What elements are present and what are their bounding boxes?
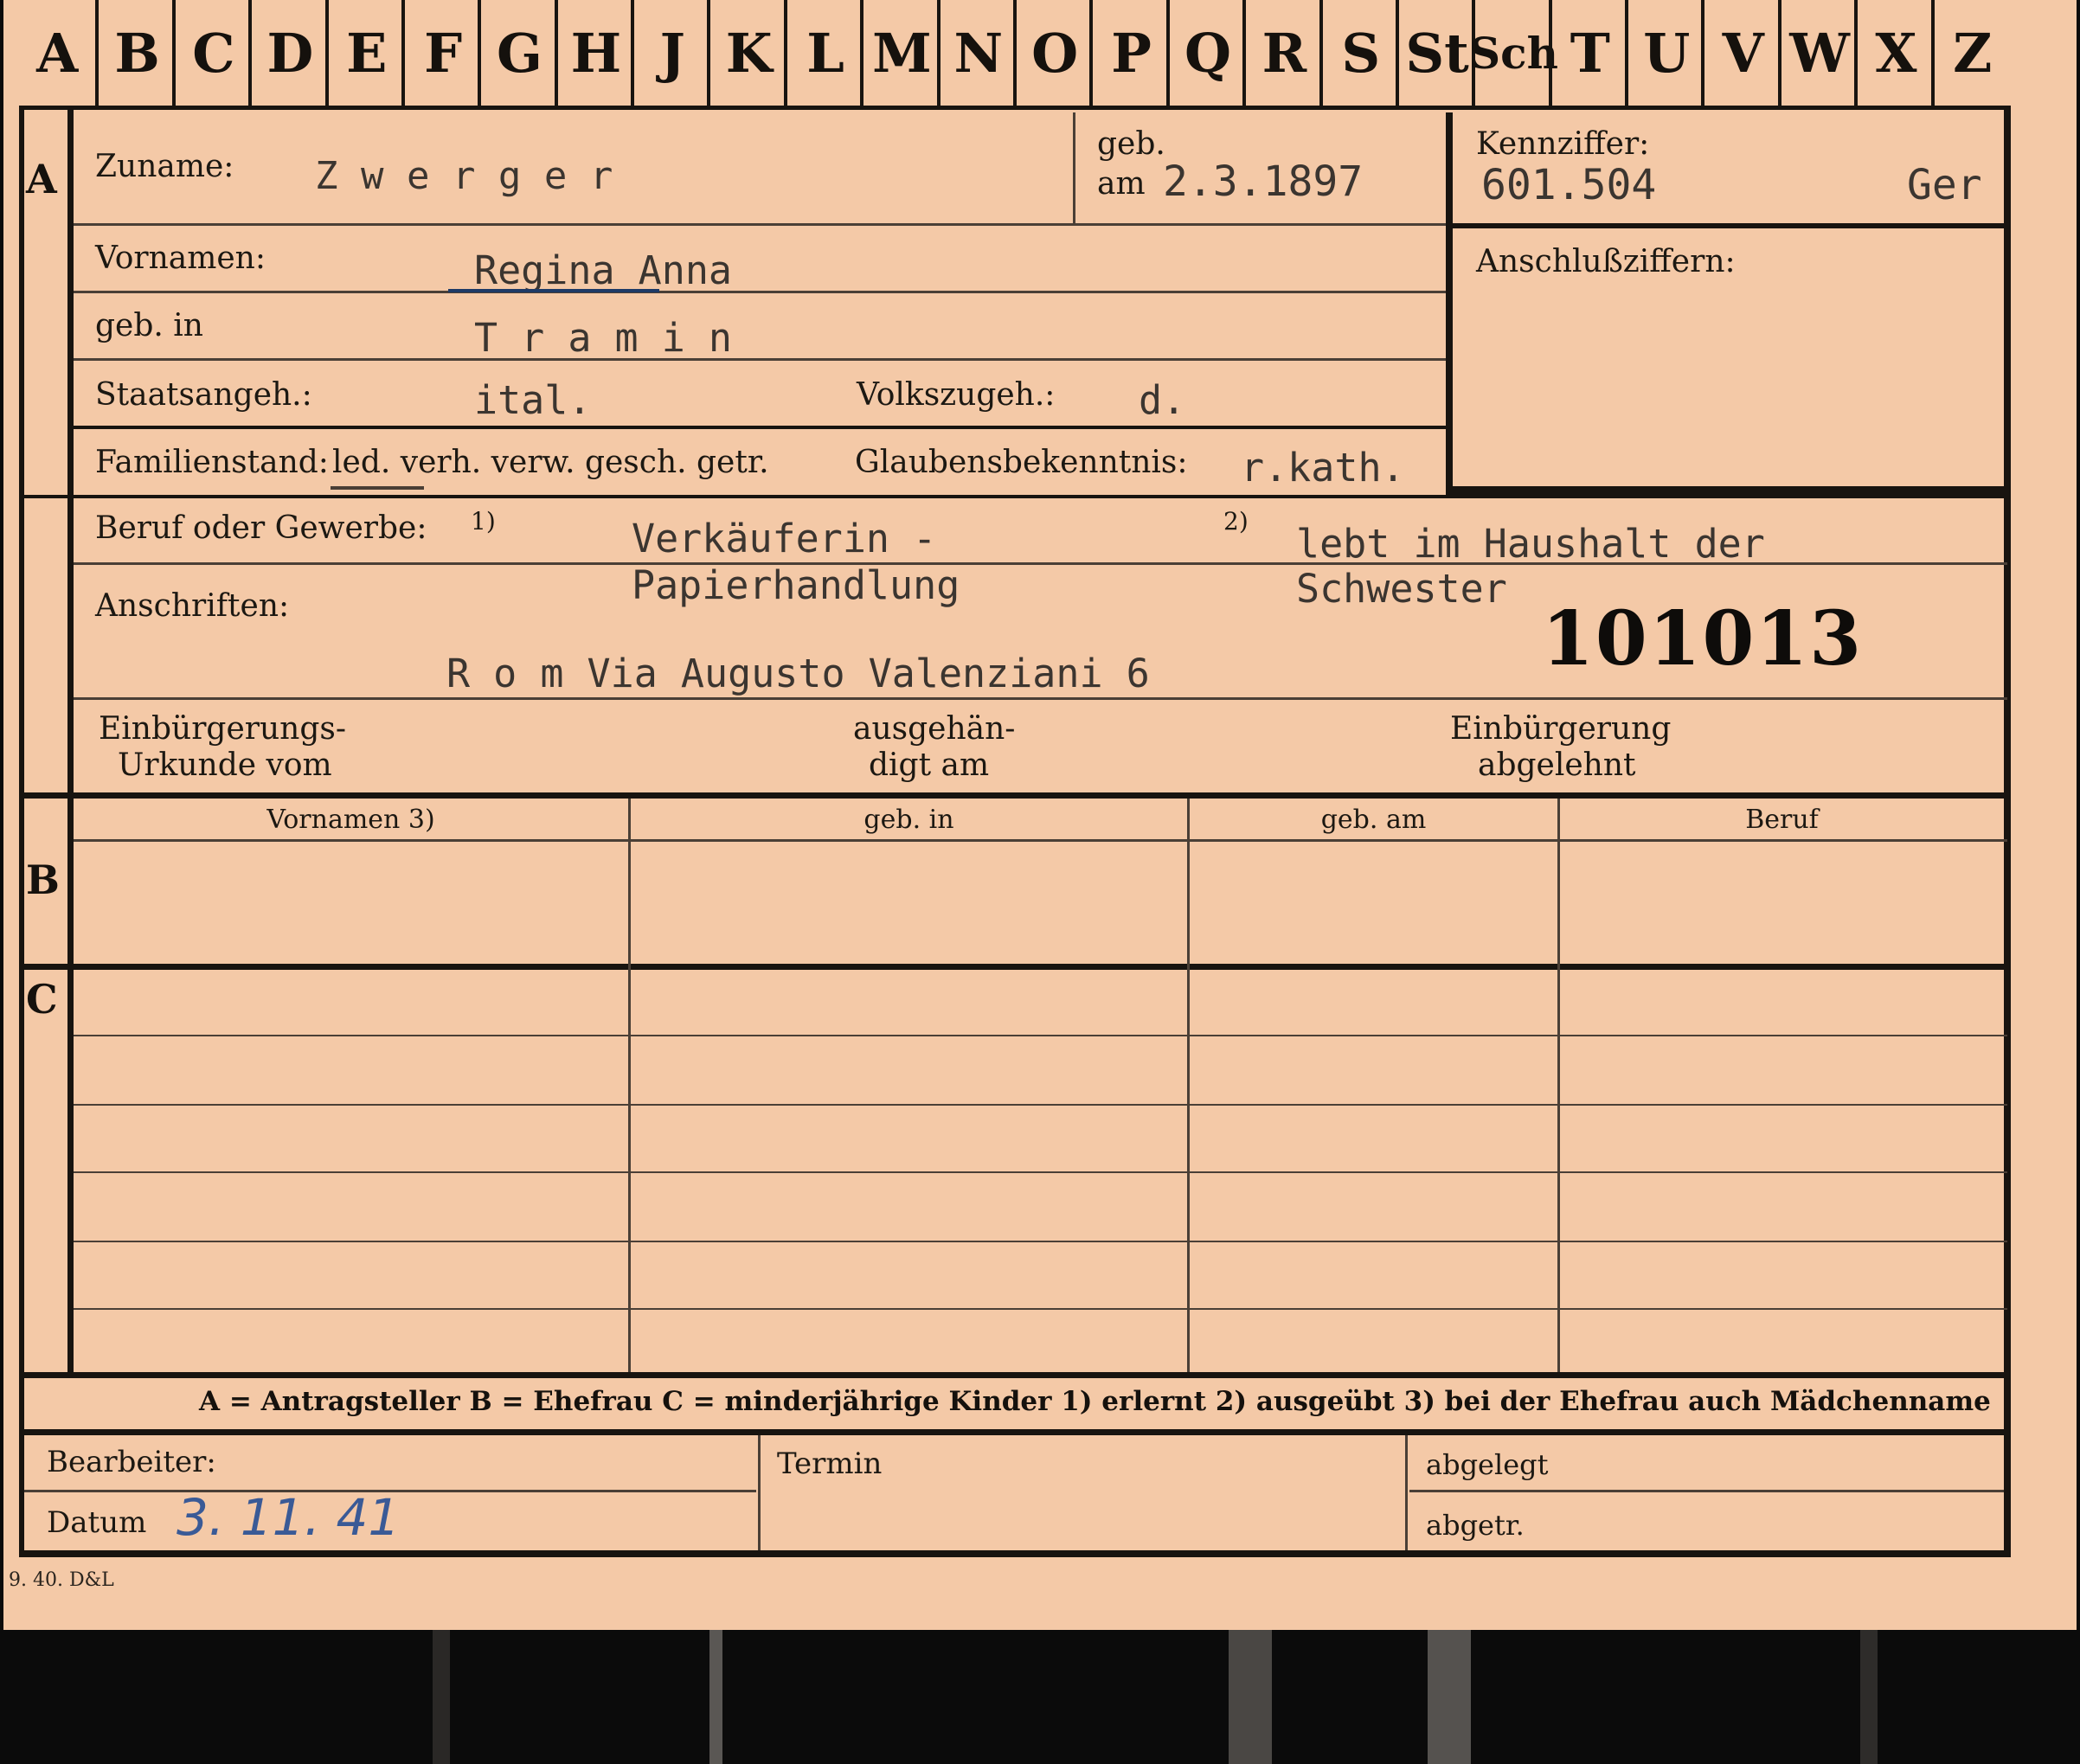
alphabet-letter-p: P — [1089, 0, 1169, 106]
table-header-geb-am: geb. am — [1320, 805, 1427, 835]
einb-abgelehnt-label-2: abgelehnt — [1478, 747, 1636, 783]
kennziffer-suffix: Ger — [1907, 161, 1982, 209]
beruf-note-2: 2) — [1223, 507, 1249, 536]
zuname-label: Zuname: — [95, 149, 234, 184]
einb-abgelehnt-label-1: Einbürgerung — [1450, 711, 1672, 747]
geb-in-value: T r a m i n — [474, 315, 733, 361]
kennziffer-label: Kennziffer: — [1476, 126, 1650, 162]
abgelegt-label: abgelegt — [1426, 1448, 1549, 1481]
alphabet-letter-l: L — [783, 0, 863, 106]
alphabet-letter-w: W — [1777, 0, 1858, 106]
vornamen-label: Vornamen: — [95, 241, 266, 276]
beruf-note-1: 1) — [471, 507, 496, 536]
beruf-label: Beruf oder Gewerbe: — [95, 510, 427, 546]
alphabet-letter-v: V — [1701, 0, 1781, 106]
alphabet-letter-e: E — [324, 0, 405, 106]
bearbeiter-label: Bearbeiter: — [47, 1445, 216, 1479]
alphabet-letter-n: N — [936, 0, 1017, 106]
ausgehaend-label-2: digt am — [869, 747, 990, 783]
alphabet-letter-u: U — [1625, 0, 1704, 106]
beruf-erlernt-2: Papierhandlung — [632, 562, 960, 608]
volkszugeh-value: d. — [1139, 377, 1186, 423]
alphabet-letter-j: J — [631, 0, 710, 106]
alphabet-letter-d: D — [248, 0, 328, 106]
alphabet-letter-sch: Sch — [1469, 0, 1558, 106]
stamp-number: 101013 — [1542, 595, 1864, 683]
alphabet-letter-z: Z — [1930, 0, 2011, 106]
section-c-letter: C — [26, 976, 58, 1023]
legend-line: A = Antragsteller B = Ehefrau C = minder… — [199, 1386, 1991, 1417]
kennziffer-value: 601.504 — [1481, 161, 1657, 209]
anschlussziffern-label: Anschlußziffern: — [1476, 244, 1736, 279]
table-header-beruf: Beruf — [1745, 805, 1819, 835]
einb-urkunde-label-1: Einbürgerungs- — [99, 711, 347, 747]
datum-value: 3. 11. 41 — [177, 1488, 401, 1547]
abgetr-label: abgetr. — [1426, 1509, 1525, 1542]
glaubens-value: r.kath. — [1241, 445, 1405, 491]
staatsangeh-label: Staatsangeh.: — [95, 377, 312, 413]
table-header-vornamen: Vornamen 3) — [266, 805, 435, 835]
alphabet-letter-b: B — [95, 0, 175, 106]
alphabet-letter-st: St — [1395, 0, 1475, 106]
alphabet-letter-f: F — [401, 0, 481, 106]
alphabet-letter-k: K — [707, 0, 786, 106]
datum-label: Datum — [47, 1505, 147, 1540]
table-header-geb-in: geb. in — [863, 805, 954, 835]
geb-in-label: geb. in — [95, 308, 203, 343]
zuname-value: Z w e r g e r — [315, 154, 613, 198]
alphabet-letter-r: R — [1242, 0, 1322, 106]
alphabet-letter-m: M — [860, 0, 940, 106]
alphabet-letter-a: A — [36, 21, 79, 85]
anschrift-value: R o m Via Augusto Valenziani 6 — [446, 651, 1150, 696]
geb-am-label: am — [1097, 166, 1146, 202]
alphabet-letter-x: X — [1854, 0, 1934, 106]
staatsangeh-value: ital. — [474, 377, 592, 423]
vornamen-value: Regina Anna — [474, 247, 733, 293]
termin-label: Termin — [777, 1446, 883, 1481]
alphabet-letter-h: H — [554, 0, 634, 106]
alphabet-letter-t: T — [1548, 0, 1628, 106]
glaubens-label: Glaubensbekenntnis: — [855, 445, 1188, 480]
geb-date-value: 2.3.1897 — [1163, 157, 1364, 206]
registration-card: A B C D E F G H J K L M N O P Q R S St Sch T U V W X Z A B C Zuna… — [3, 0, 2077, 1630]
ausgehaend-label-1: ausgehän- — [853, 711, 1016, 747]
volkszugeh-label: Volkszugeh.: — [857, 377, 1056, 413]
familienstand-options: led. verh. verw. gesch. getr. — [332, 445, 769, 480]
anschriften-label: Anschriften: — [95, 588, 290, 624]
alphabet-letter-g: G — [478, 0, 557, 106]
beruf-erlernt-1: Verkäuferin - — [632, 516, 937, 561]
alphabet-letter-c: C — [171, 0, 252, 106]
alphabet-index-strip: A B C D E F G H J K L M N O P Q R S St Sch T U V W X Z — [19, 0, 2007, 110]
section-b-letter: B — [26, 856, 60, 903]
familienstand-label: Familienstand: — [95, 445, 329, 480]
einb-urkunde-label-2: Urkunde vom — [118, 747, 332, 783]
alphabet-letter-s: S — [1319, 0, 1399, 106]
section-a-letter: A — [26, 156, 57, 202]
printer-mark: 9. 40. D&L — [9, 1569, 114, 1591]
geb-top-label: geb. — [1097, 126, 1165, 162]
beruf-ausgeuebt-2: Schwester — [1296, 566, 1507, 612]
alphabet-letter-q: Q — [1165, 0, 1246, 106]
beruf-ausgeuebt-1: lebt im Haushalt der — [1296, 521, 1765, 567]
alphabet-letter-o: O — [1013, 0, 1093, 106]
